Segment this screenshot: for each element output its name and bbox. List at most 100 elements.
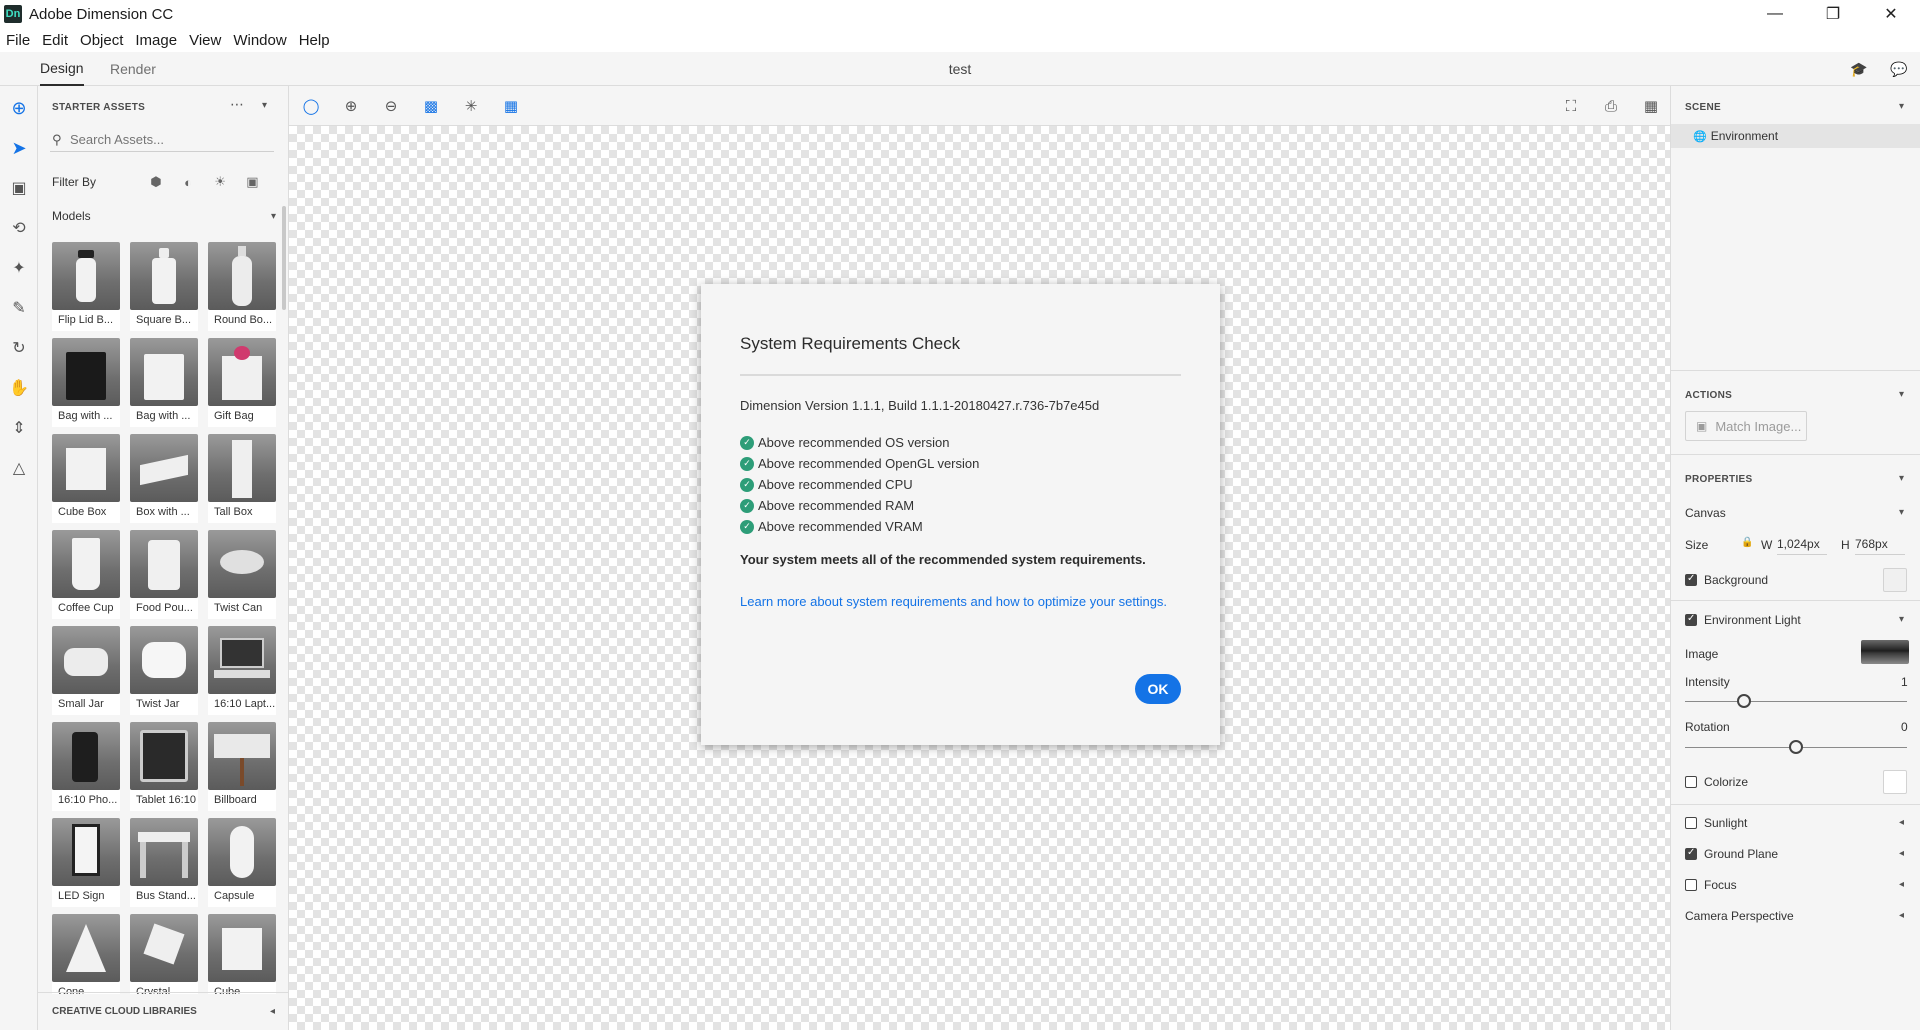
menu-window[interactable]: Window — [227, 32, 292, 49]
menu-view[interactable]: View — [183, 32, 227, 49]
environment-image-thumbnail[interactable] — [1861, 640, 1909, 664]
background-color-swatch[interactable] — [1883, 568, 1907, 592]
colorize-color-swatch[interactable] — [1883, 770, 1907, 794]
learn-icon[interactable]: 🎓 — [1849, 60, 1869, 78]
models-section-header[interactable]: Models ▾ — [52, 206, 276, 226]
tab-design[interactable]: Design — [40, 52, 84, 86]
dolly-tool-icon[interactable]: ⇕ — [7, 416, 31, 440]
model-thumbnail[interactable]: Billboard — [208, 722, 276, 811]
focus-checkbox[interactable] — [1685, 879, 1697, 891]
learn-more-link[interactable]: Learn more about system requirements and… — [740, 594, 1167, 609]
model-thumbnail[interactable]: Food Pou... — [130, 530, 198, 619]
eyedropper-icon[interactable]: ✎ — [7, 296, 31, 320]
feedback-icon[interactable]: 💬 — [1889, 60, 1909, 78]
chevron-left-icon[interactable]: ◂ — [1899, 848, 1904, 859]
fit-to-view-icon[interactable]: ⛶ — [1560, 96, 1582, 116]
select-object-icon[interactable]: ▩ — [420, 96, 442, 116]
environment-light-checkbox[interactable] — [1685, 613, 1697, 626]
select-group-icon[interactable]: ▦ — [500, 96, 522, 116]
menu-image[interactable]: Image — [129, 32, 183, 49]
more-options-icon[interactable]: ⋯ — [230, 96, 244, 113]
close-button[interactable]: ✕ — [1862, 0, 1920, 28]
intensity-slider-handle[interactable] — [1737, 694, 1751, 708]
filter-models-icon[interactable]: ⬢ — [147, 173, 164, 191]
lock-icon[interactable]: 🔒 — [1741, 537, 1753, 548]
intensity-slider-track[interactable] — [1685, 701, 1907, 702]
chevron-left-icon[interactable]: ◂ — [1899, 910, 1904, 921]
filter-images-icon[interactable]: ▣ — [244, 173, 261, 191]
model-thumbnail[interactable]: Bag with ... — [52, 338, 120, 427]
model-thumbnail[interactable]: Round Bo... — [208, 242, 276, 331]
tab-render[interactable]: Render — [110, 52, 156, 86]
ok-button[interactable]: OK — [1135, 674, 1181, 704]
sunlight-checkbox[interactable] — [1685, 817, 1697, 829]
width-field[interactable]: 1,024px — [1777, 537, 1827, 555]
model-thumbnail[interactable]: Cube — [208, 914, 276, 994]
menu-help[interactable]: Help — [293, 32, 336, 49]
filter-lights-icon[interactable]: ☀ — [212, 173, 229, 191]
model-preview-image — [208, 530, 276, 598]
select-similar-icon[interactable]: ✳ — [460, 96, 482, 116]
model-thumbnail[interactable]: Square B... — [130, 242, 198, 331]
model-thumbnail[interactable]: LED Sign — [52, 818, 120, 907]
model-thumbnail[interactable]: Small Jar — [52, 626, 120, 715]
add-selection-icon[interactable]: ⊕ — [340, 96, 362, 116]
model-thumbnail[interactable]: Box with ... — [130, 434, 198, 523]
model-thumbnail[interactable]: Bag with ... — [130, 338, 198, 427]
rotation-slider-handle[interactable] — [1789, 740, 1803, 754]
chevron-down-icon[interactable]: ▾ — [262, 100, 267, 111]
model-thumbnail[interactable]: Bus Stand... — [130, 818, 198, 907]
camera-view-icon[interactable]: ⎙ — [1600, 96, 1622, 116]
model-thumbnail[interactable]: 16:10 Pho... — [52, 722, 120, 811]
chevron-down-icon[interactable]: ▾ — [1899, 389, 1904, 400]
background-checkbox[interactable] — [1685, 573, 1697, 586]
model-thumbnail[interactable]: Crystal — [130, 914, 198, 994]
render-preview-icon[interactable]: ▦ — [1640, 96, 1662, 116]
scene-item-environment[interactable]: 🌐 Environment — [1671, 124, 1920, 148]
creative-cloud-libraries-header[interactable]: CREATIVE CLOUD LIBRARIES ◂ — [38, 992, 289, 1030]
orbit-tool-icon[interactable]: ↻ — [7, 336, 31, 360]
chevron-down-icon[interactable]: ▾ — [1899, 507, 1904, 518]
model-thumbnail[interactable]: Cube Box — [52, 434, 120, 523]
model-thumbnail[interactable]: Flip Lid B... — [52, 242, 120, 331]
model-thumbnail[interactable]: Capsule — [208, 818, 276, 907]
select-tool-icon[interactable]: ➤ — [7, 136, 31, 160]
chevron-down-icon[interactable]: ▾ — [1899, 614, 1904, 625]
hand-tool-icon[interactable]: ✋ — [7, 376, 31, 400]
menu-edit[interactable]: Edit — [36, 32, 74, 49]
model-preview-image — [130, 434, 198, 502]
subtract-selection-icon[interactable]: ⊖ — [380, 96, 402, 116]
filter-materials-icon[interactable]: ◐ — [180, 173, 197, 191]
colorize-checkbox[interactable] — [1685, 776, 1697, 788]
model-preview-image — [208, 434, 276, 502]
rotate-tool-icon[interactable]: ⟲ — [7, 216, 31, 240]
height-field[interactable]: 768px — [1855, 537, 1905, 555]
model-thumbnail[interactable]: Tall Box — [208, 434, 276, 523]
ground-plane-checkbox[interactable] — [1685, 847, 1697, 860]
minimize-button[interactable]: — — [1746, 0, 1804, 28]
model-thumbnail[interactable]: Twist Jar — [130, 626, 198, 715]
chevron-down-icon[interactable]: ▾ — [1899, 473, 1904, 484]
horizon-tool-icon[interactable]: △ — [7, 456, 31, 480]
maximize-button[interactable]: ❐ — [1804, 0, 1862, 28]
select-ellipse-icon[interactable]: ◯ — [300, 96, 322, 116]
chevron-left-icon[interactable]: ◂ — [1899, 817, 1904, 828]
model-thumbnail[interactable]: Gift Bag — [208, 338, 276, 427]
menu-file[interactable]: File — [0, 32, 36, 49]
model-thumbnail[interactable]: Coffee Cup — [52, 530, 120, 619]
model-thumbnail[interactable]: Tablet 16:10 — [130, 722, 198, 811]
model-thumbnail[interactable]: 16:10 Lapt... — [208, 626, 276, 715]
menu-object[interactable]: Object — [74, 32, 129, 49]
model-thumbnail[interactable]: Cone — [52, 914, 120, 994]
scene-item-label: Environment — [1710, 129, 1779, 143]
frame-tool-icon[interactable]: ▣ — [7, 176, 31, 200]
magic-wand-icon[interactable]: ✦ — [7, 256, 31, 280]
search-icon: ⚲ — [52, 131, 62, 147]
model-thumbnail[interactable]: Twist Can — [208, 530, 276, 619]
chevron-down-icon[interactable]: ▾ — [1899, 101, 1904, 112]
match-image-button[interactable]: ▣ Match Image... — [1685, 411, 1807, 441]
add-content-icon[interactable]: ⊕ — [7, 96, 31, 120]
chevron-left-icon[interactable]: ◂ — [1899, 879, 1904, 890]
search-input[interactable] — [70, 132, 270, 147]
assets-scrollbar[interactable] — [282, 206, 286, 310]
